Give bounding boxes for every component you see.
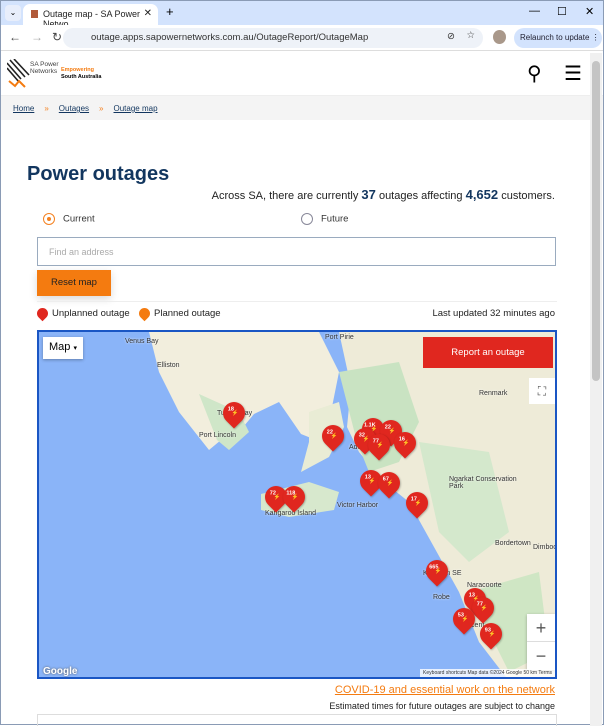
legend-planned: Planned outage [136, 305, 221, 322]
breadcrumb-outage-map[interactable]: Outage map [114, 104, 158, 113]
google-logo: Google [43, 666, 78, 677]
radio-future-circle[interactable] [301, 213, 313, 225]
tagline-1: Empowering [61, 67, 95, 73]
map-place-label: Renmark [479, 390, 508, 397]
lightning-icon: ⚡ [461, 616, 469, 623]
map-place-label: Kangaroo Island [265, 510, 316, 517]
legend-planned-label: Planned outage [154, 308, 221, 320]
profile-avatar[interactable] [493, 30, 506, 44]
map-place-label: Dimboola [533, 544, 557, 551]
eye-off-icon[interactable]: ⊘ [447, 31, 455, 42]
outage-count: 37 [361, 187, 376, 202]
unplanned-outage-icon [34, 305, 51, 322]
favicon-icon [31, 10, 38, 18]
divider [37, 301, 557, 302]
lightning-icon: ⚡ [488, 631, 496, 638]
lightning-icon: ⚡ [291, 494, 299, 501]
new-tab-button[interactable]: + [166, 4, 174, 19]
lightning-icon: ⚡ [402, 440, 410, 447]
address-search-input[interactable]: Find an address [37, 237, 556, 266]
reload-icon[interactable]: ↻ [52, 30, 62, 44]
lightning-icon: ⚡ [376, 442, 384, 449]
summary-text: Across SA, there are currently [211, 190, 362, 202]
map-type-label: Map [49, 341, 71, 353]
lightning-icon: ⚡ [480, 605, 488, 612]
fullscreen-icon[interactable]: ⛶ [529, 378, 555, 404]
menu-icon[interactable]: ☰ [564, 61, 582, 86]
map-place-label: Port Lincoln [199, 432, 236, 439]
outage-summary: Across SA, there are currently 37 outage… [212, 187, 555, 202]
planned-outage-icon [136, 305, 153, 322]
lightning-icon: ⚡ [386, 480, 394, 487]
radio-current[interactable]: Current [43, 213, 95, 225]
map-type-button[interactable]: Map ▾ [43, 337, 83, 359]
outage-map[interactable]: Map ▾ Report an outage ⛶ Venus Bay Ellist… [37, 330, 557, 679]
tagline-2: South Australia [61, 74, 102, 80]
sapn-logo-icon[interactable] [7, 59, 31, 89]
relaunch-label: Relaunch to update [520, 33, 590, 42]
map-place-label: Port Pirie [325, 334, 354, 341]
map-place-label: Robe [433, 594, 450, 601]
map-attribution[interactable]: Keyboard shortcuts Map data ©2024 Google… [420, 669, 555, 677]
zoom-in-button[interactable]: + [527, 614, 555, 642]
back-icon[interactable]: ← [9, 30, 21, 44]
legend-unplanned: Unplanned outage [34, 305, 130, 322]
search-icon[interactable]: ⚲ [527, 61, 542, 86]
radio-future[interactable]: Future [301, 213, 348, 225]
summary-text: customers. [498, 190, 555, 202]
zoom-control: + − [527, 614, 555, 670]
url-field[interactable]: outage.apps.sapowernetworks.com.au/Outag… [63, 28, 483, 48]
breadcrumb-outages[interactable]: Outages [59, 104, 89, 113]
minimize-button[interactable]: — [529, 5, 540, 17]
close-tab-icon[interactable]: ✕ [144, 8, 152, 19]
lightning-icon: ⚡ [434, 568, 442, 575]
radio-current-label: Current [63, 213, 95, 225]
bookmark-star-icon[interactable]: ☆ [466, 30, 475, 41]
lightning-icon: ⚡ [231, 410, 239, 417]
content-box [37, 714, 557, 726]
url-text: outage.apps.sapowernetworks.com.au/Outag… [91, 32, 369, 43]
customer-count: 4,652 [465, 187, 499, 202]
reset-map-button[interactable]: Reset map [37, 270, 111, 296]
last-updated: Last updated 32 minutes ago [432, 308, 555, 319]
tab-bar: ⌄ Outage map - SA Power Netwo ✕ + — ☐ ✕ [1, 1, 603, 29]
map-place-label: Bordertown [495, 540, 531, 547]
close-window-button[interactable]: ✕ [585, 5, 594, 18]
forward-icon[interactable]: → [31, 30, 43, 44]
relaunch-button[interactable]: Relaunch to update ⋮ [514, 28, 602, 48]
radio-future-label: Future [321, 213, 349, 225]
logo-text: SA Power Networks [30, 61, 59, 75]
page-title: Power outages [27, 163, 170, 185]
summary-text: outages affecting [375, 190, 466, 202]
dropdown-caret-icon: ▾ [73, 345, 77, 352]
lightning-icon: ⚡ [330, 433, 338, 440]
breadcrumb-home[interactable]: Home [13, 104, 34, 113]
map-place-label: Ngarkat Conservation Park [449, 476, 517, 490]
lightning-icon: ⚡ [414, 500, 422, 507]
radio-current-circle[interactable] [43, 213, 55, 225]
zoom-out-button[interactable]: − [527, 642, 555, 670]
map-place-label: Victor Harbor [337, 502, 379, 509]
future-outage-note: Estimated times for future outages are s… [329, 701, 555, 711]
tab-search-button[interactable]: ⌄ [5, 5, 21, 21]
covid-link[interactable]: COVID-19 and essential work on the netwo… [335, 684, 555, 696]
map-place-label: Venus Bay [125, 338, 159, 345]
map-place-label: Elliston [157, 362, 180, 369]
site-header: SA Power Networks Empowering South Austra… [1, 51, 603, 96]
browser-tab[interactable]: Outage map - SA Power Netwo ✕ [23, 4, 158, 29]
breadcrumb: Home» Outages» Outage map [1, 96, 603, 120]
maximize-button[interactable]: ☐ [557, 5, 567, 18]
legend-unplanned-label: Unplanned outage [52, 308, 130, 320]
address-bar-row: ← → ↻ outage.apps.sapowernetworks.com.au… [1, 25, 603, 51]
tagline: Empowering South Australia [61, 67, 101, 81]
report-outage-button[interactable]: Report an outage [423, 337, 553, 368]
scrollbar-thumb[interactable] [592, 61, 600, 381]
